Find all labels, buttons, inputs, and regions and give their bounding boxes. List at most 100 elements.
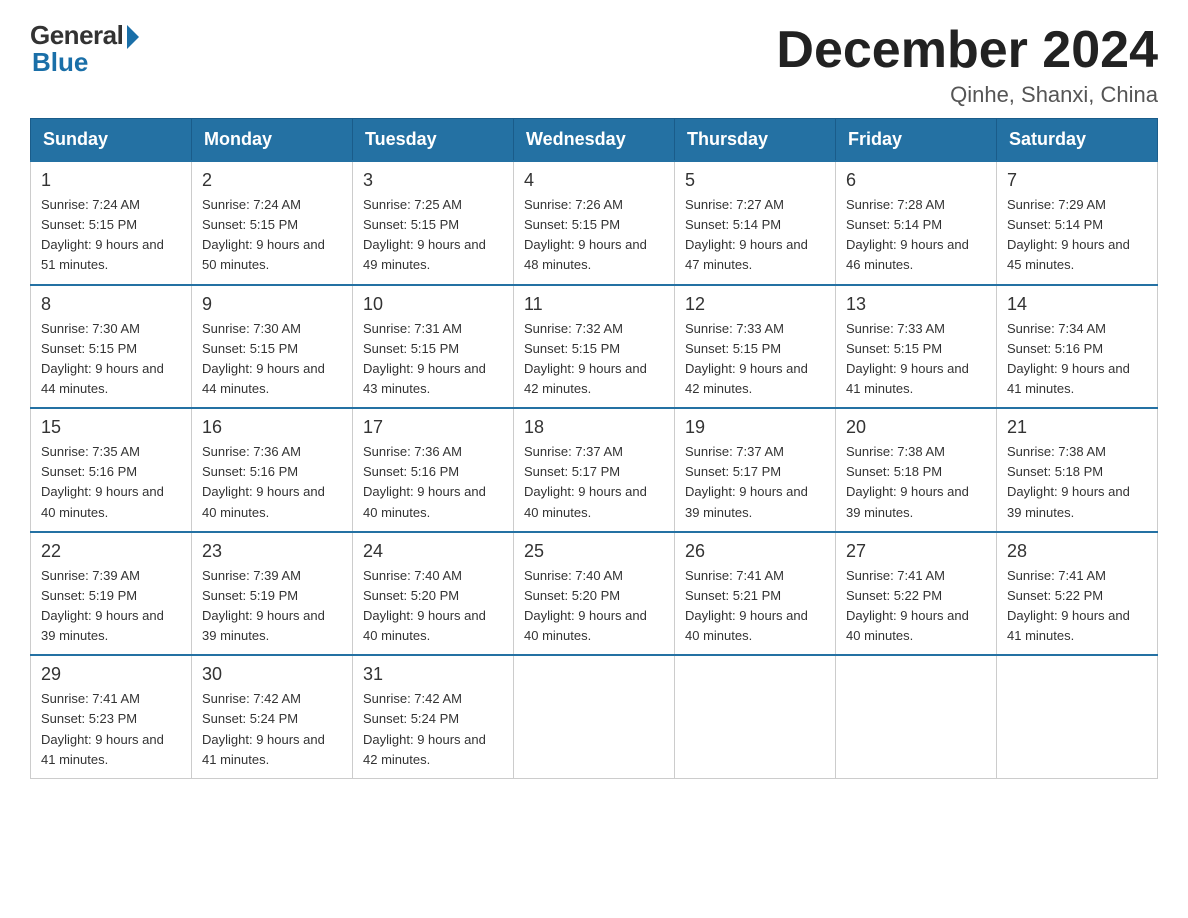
calendar-header-row: SundayMondayTuesdayWednesdayThursdayFrid… — [31, 119, 1158, 162]
calendar-day-cell: 30 Sunrise: 7:42 AMSunset: 5:24 PMDaylig… — [192, 655, 353, 778]
calendar-day-cell: 10 Sunrise: 7:31 AMSunset: 5:15 PMDaylig… — [353, 285, 514, 409]
day-number: 12 — [685, 294, 825, 315]
calendar-day-cell: 2 Sunrise: 7:24 AMSunset: 5:15 PMDayligh… — [192, 161, 353, 285]
calendar-day-cell: 8 Sunrise: 7:30 AMSunset: 5:15 PMDayligh… — [31, 285, 192, 409]
day-info: Sunrise: 7:27 AMSunset: 5:14 PMDaylight:… — [685, 197, 808, 272]
location-title: Qinhe, Shanxi, China — [776, 82, 1158, 108]
day-number: 27 — [846, 541, 986, 562]
day-number: 2 — [202, 170, 342, 191]
day-number: 15 — [41, 417, 181, 438]
day-info: Sunrise: 7:41 AMSunset: 5:23 PMDaylight:… — [41, 691, 164, 766]
day-number: 17 — [363, 417, 503, 438]
calendar-day-cell: 25 Sunrise: 7:40 AMSunset: 5:20 PMDaylig… — [514, 532, 675, 656]
day-number: 16 — [202, 417, 342, 438]
day-info: Sunrise: 7:28 AMSunset: 5:14 PMDaylight:… — [846, 197, 969, 272]
logo-blue-text: Blue — [30, 47, 88, 78]
page-header: General Blue December 2024 Qinhe, Shanxi… — [30, 20, 1158, 108]
day-number: 20 — [846, 417, 986, 438]
day-info: Sunrise: 7:26 AMSunset: 5:15 PMDaylight:… — [524, 197, 647, 272]
day-number: 4 — [524, 170, 664, 191]
calendar-day-cell: 13 Sunrise: 7:33 AMSunset: 5:15 PMDaylig… — [836, 285, 997, 409]
day-info: Sunrise: 7:36 AMSunset: 5:16 PMDaylight:… — [202, 444, 325, 519]
day-info: Sunrise: 7:40 AMSunset: 5:20 PMDaylight:… — [363, 568, 486, 643]
day-number: 23 — [202, 541, 342, 562]
day-number: 11 — [524, 294, 664, 315]
title-section: December 2024 Qinhe, Shanxi, China — [776, 20, 1158, 108]
calendar-day-cell: 27 Sunrise: 7:41 AMSunset: 5:22 PMDaylig… — [836, 532, 997, 656]
calendar-week-row: 8 Sunrise: 7:30 AMSunset: 5:15 PMDayligh… — [31, 285, 1158, 409]
calendar-day-cell: 14 Sunrise: 7:34 AMSunset: 5:16 PMDaylig… — [997, 285, 1158, 409]
day-info: Sunrise: 7:24 AMSunset: 5:15 PMDaylight:… — [202, 197, 325, 272]
day-info: Sunrise: 7:41 AMSunset: 5:22 PMDaylight:… — [846, 568, 969, 643]
calendar-day-cell: 7 Sunrise: 7:29 AMSunset: 5:14 PMDayligh… — [997, 161, 1158, 285]
calendar-day-cell — [514, 655, 675, 778]
day-number: 28 — [1007, 541, 1147, 562]
day-number: 24 — [363, 541, 503, 562]
day-number: 3 — [363, 170, 503, 191]
calendar-day-cell: 24 Sunrise: 7:40 AMSunset: 5:20 PMDaylig… — [353, 532, 514, 656]
day-number: 21 — [1007, 417, 1147, 438]
calendar-day-cell: 21 Sunrise: 7:38 AMSunset: 5:18 PMDaylig… — [997, 408, 1158, 532]
calendar-day-cell — [997, 655, 1158, 778]
calendar-day-cell: 26 Sunrise: 7:41 AMSunset: 5:21 PMDaylig… — [675, 532, 836, 656]
calendar-header-monday: Monday — [192, 119, 353, 162]
calendar-day-cell: 9 Sunrise: 7:30 AMSunset: 5:15 PMDayligh… — [192, 285, 353, 409]
day-number: 30 — [202, 664, 342, 685]
logo-arrow-icon — [127, 25, 139, 49]
calendar-day-cell — [836, 655, 997, 778]
day-number: 13 — [846, 294, 986, 315]
day-number: 10 — [363, 294, 503, 315]
calendar-header-friday: Friday — [836, 119, 997, 162]
day-number: 19 — [685, 417, 825, 438]
day-info: Sunrise: 7:37 AMSunset: 5:17 PMDaylight:… — [524, 444, 647, 519]
day-info: Sunrise: 7:38 AMSunset: 5:18 PMDaylight:… — [1007, 444, 1130, 519]
day-info: Sunrise: 7:25 AMSunset: 5:15 PMDaylight:… — [363, 197, 486, 272]
calendar-day-cell: 4 Sunrise: 7:26 AMSunset: 5:15 PMDayligh… — [514, 161, 675, 285]
day-number: 8 — [41, 294, 181, 315]
day-info: Sunrise: 7:33 AMSunset: 5:15 PMDaylight:… — [685, 321, 808, 396]
calendar-day-cell: 19 Sunrise: 7:37 AMSunset: 5:17 PMDaylig… — [675, 408, 836, 532]
day-info: Sunrise: 7:35 AMSunset: 5:16 PMDaylight:… — [41, 444, 164, 519]
calendar-day-cell: 20 Sunrise: 7:38 AMSunset: 5:18 PMDaylig… — [836, 408, 997, 532]
day-number: 31 — [363, 664, 503, 685]
day-number: 6 — [846, 170, 986, 191]
calendar-week-row: 22 Sunrise: 7:39 AMSunset: 5:19 PMDaylig… — [31, 532, 1158, 656]
day-number: 29 — [41, 664, 181, 685]
day-info: Sunrise: 7:29 AMSunset: 5:14 PMDaylight:… — [1007, 197, 1130, 272]
calendar-day-cell: 23 Sunrise: 7:39 AMSunset: 5:19 PMDaylig… — [192, 532, 353, 656]
calendar-day-cell: 1 Sunrise: 7:24 AMSunset: 5:15 PMDayligh… — [31, 161, 192, 285]
calendar-header-tuesday: Tuesday — [353, 119, 514, 162]
calendar-day-cell: 12 Sunrise: 7:33 AMSunset: 5:15 PMDaylig… — [675, 285, 836, 409]
day-info: Sunrise: 7:39 AMSunset: 5:19 PMDaylight:… — [41, 568, 164, 643]
calendar-day-cell — [675, 655, 836, 778]
calendar-header-saturday: Saturday — [997, 119, 1158, 162]
calendar-day-cell: 22 Sunrise: 7:39 AMSunset: 5:19 PMDaylig… — [31, 532, 192, 656]
day-number: 26 — [685, 541, 825, 562]
calendar-table: SundayMondayTuesdayWednesdayThursdayFrid… — [30, 118, 1158, 779]
day-number: 1 — [41, 170, 181, 191]
calendar-day-cell: 5 Sunrise: 7:27 AMSunset: 5:14 PMDayligh… — [675, 161, 836, 285]
day-number: 22 — [41, 541, 181, 562]
calendar-day-cell: 18 Sunrise: 7:37 AMSunset: 5:17 PMDaylig… — [514, 408, 675, 532]
day-info: Sunrise: 7:30 AMSunset: 5:15 PMDaylight:… — [41, 321, 164, 396]
day-info: Sunrise: 7:24 AMSunset: 5:15 PMDaylight:… — [41, 197, 164, 272]
calendar-day-cell: 11 Sunrise: 7:32 AMSunset: 5:15 PMDaylig… — [514, 285, 675, 409]
day-info: Sunrise: 7:41 AMSunset: 5:21 PMDaylight:… — [685, 568, 808, 643]
month-title: December 2024 — [776, 20, 1158, 80]
calendar-week-row: 1 Sunrise: 7:24 AMSunset: 5:15 PMDayligh… — [31, 161, 1158, 285]
calendar-week-row: 15 Sunrise: 7:35 AMSunset: 5:16 PMDaylig… — [31, 408, 1158, 532]
day-number: 14 — [1007, 294, 1147, 315]
calendar-week-row: 29 Sunrise: 7:41 AMSunset: 5:23 PMDaylig… — [31, 655, 1158, 778]
day-info: Sunrise: 7:31 AMSunset: 5:15 PMDaylight:… — [363, 321, 486, 396]
calendar-day-cell: 28 Sunrise: 7:41 AMSunset: 5:22 PMDaylig… — [997, 532, 1158, 656]
day-info: Sunrise: 7:37 AMSunset: 5:17 PMDaylight:… — [685, 444, 808, 519]
day-info: Sunrise: 7:40 AMSunset: 5:20 PMDaylight:… — [524, 568, 647, 643]
day-number: 25 — [524, 541, 664, 562]
calendar-day-cell: 3 Sunrise: 7:25 AMSunset: 5:15 PMDayligh… — [353, 161, 514, 285]
day-info: Sunrise: 7:42 AMSunset: 5:24 PMDaylight:… — [202, 691, 325, 766]
calendar-header-wednesday: Wednesday — [514, 119, 675, 162]
day-number: 18 — [524, 417, 664, 438]
day-number: 7 — [1007, 170, 1147, 191]
calendar-day-cell: 16 Sunrise: 7:36 AMSunset: 5:16 PMDaylig… — [192, 408, 353, 532]
day-info: Sunrise: 7:34 AMSunset: 5:16 PMDaylight:… — [1007, 321, 1130, 396]
